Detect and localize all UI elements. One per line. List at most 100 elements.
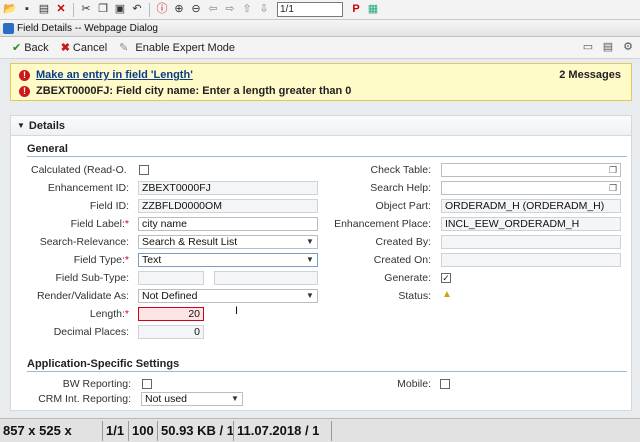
field-label-text: Field Label:: [70, 218, 125, 230]
message-link-length[interactable]: Make an entry in field 'Length': [36, 69, 193, 81]
toolbar-separator: [149, 2, 150, 17]
required-mark: *: [124, 308, 129, 320]
search-relevance-select[interactable]: Search & Result List ▼: [138, 235, 318, 249]
field-type-select[interactable]: Text ▼: [138, 253, 318, 267]
object-part-label: Object Part:: [375, 200, 431, 212]
generate-checkbox[interactable]: ✓: [441, 273, 451, 283]
search-relevance-label: Search-Relevance:: [39, 236, 129, 248]
decimal-places-label: Decimal Places:: [53, 326, 129, 338]
dialog-toolbar: ✔ Back ✖ Cancel ✎ Enable Expert Mode ▭ ▤…: [0, 37, 640, 59]
field-subtype-description: [214, 271, 318, 285]
zoom-in-icon[interactable]: ⊕: [171, 2, 187, 18]
image-icon[interactable]: ▦: [365, 2, 381, 18]
message-area: ! Make an entry in field 'Length' ! ZBEX…: [10, 63, 632, 101]
status-zoom: 100 %: [129, 420, 158, 441]
length-text: Length:: [89, 308, 125, 320]
value-help-icon[interactable]: ❐: [607, 164, 619, 176]
cut-icon[interactable]: ✂: [78, 2, 94, 18]
dropdown-arrow-icon[interactable]: ▼: [229, 393, 241, 405]
details-header[interactable]: ▼ Details: [11, 116, 631, 136]
personalize-icon[interactable]: ▭: [582, 41, 594, 54]
mobile-label: Mobile:: [397, 378, 431, 390]
length-input[interactable]: 20: [138, 307, 204, 321]
bw-reporting-checkbox[interactable]: [142, 379, 152, 389]
field-id-field: ZZBFLD0000OM: [138, 199, 318, 213]
viewer-toolbar: 📂 ▪ ▤ ✕ ✂ ❐ ▣ ↶ ⓘ ⊕ ⊖ ⇦ ⇨ ⇧ ⇩ 1/1 P ▦: [0, 0, 640, 20]
search-help-input[interactable]: ❐: [441, 181, 621, 195]
status-date: 11.07.2018 / 1: [234, 420, 332, 441]
dialog-toolbar-right: ▭ ▤ ⚙: [582, 41, 634, 54]
error-icon: !: [19, 69, 30, 81]
generate-label: Generate:: [384, 272, 431, 284]
length-label: Length:*: [11, 308, 129, 320]
decimal-places-field: 0: [138, 325, 204, 339]
save-icon[interactable]: ▪: [19, 2, 35, 18]
message-row: ! Make an entry in field 'Length': [19, 69, 193, 81]
crm-reporting-value: Not used: [145, 393, 188, 405]
cancel-label: Cancel: [72, 41, 108, 54]
up-icon[interactable]: ⇧: [239, 2, 255, 18]
enable-expert-mode-button[interactable]: ✎ Enable Expert Mode: [119, 41, 236, 55]
page-number-input[interactable]: 1/1: [277, 2, 343, 17]
status-page: 1/1: [103, 420, 129, 441]
enhancement-id-label: Enhancement ID:: [47, 182, 129, 194]
help-icon[interactable]: ⚙: [622, 41, 634, 54]
calculated-label: Calculated (Read-O.: [31, 164, 127, 176]
bw-reporting-label: BW Reporting:: [62, 378, 131, 390]
field-label-input[interactable]: city name: [138, 217, 318, 231]
back-label: Back: [24, 41, 49, 54]
paste-icon[interactable]: ▣: [112, 2, 128, 18]
message-row: ! ZBEXT0000FJ: Field city name: Enter a …: [19, 85, 351, 97]
window-titlebar: Field Details -- Webpage Dialog: [0, 20, 640, 37]
check-table-label: Check Table:: [370, 164, 431, 176]
mobile-checkbox[interactable]: [440, 379, 450, 389]
details-title: Details: [28, 119, 65, 132]
created-by-label: Created By:: [375, 236, 431, 248]
field-subtype-label: Field Sub-Type:: [55, 272, 129, 284]
value-help-icon[interactable]: ❐: [607, 182, 619, 194]
back-icon[interactable]: ⇦: [205, 2, 221, 18]
zoom-out-icon[interactable]: ⊖: [188, 2, 204, 18]
text-cursor-icon: I: [235, 305, 239, 317]
viewer-statusbar: 857 x 525 x 1/1 100 % 50.93 KB / 1 11.07…: [0, 418, 640, 442]
info-icon[interactable]: ⓘ: [154, 2, 170, 18]
undo-icon[interactable]: ↶: [129, 2, 145, 18]
copy-icon[interactable]: ❐: [95, 2, 111, 18]
search-help-label: Search Help:: [370, 182, 431, 194]
toolbar-separator: [73, 2, 74, 17]
print-icon[interactable]: ▤: [36, 2, 52, 18]
created-on-field: [441, 253, 621, 267]
check-table-input[interactable]: ❐: [441, 163, 621, 177]
group-divider: [27, 371, 627, 372]
field-type-text: Field Type:: [73, 254, 125, 266]
expert-mode-label: Enable Expert Mode: [135, 41, 236, 54]
field-id-label: Field ID:: [89, 200, 129, 212]
edit-document-icon: ✎: [119, 42, 129, 54]
render-validate-label: Render/Validate As:: [36, 290, 129, 302]
close-icon[interactable]: ✕: [53, 2, 69, 18]
browser-icon: [3, 22, 14, 34]
render-validate-select[interactable]: Not Defined ▼: [138, 289, 318, 303]
field-subtype-field: [138, 271, 204, 285]
crm-reporting-select[interactable]: Not used ▼: [141, 392, 243, 406]
p-icon[interactable]: P: [348, 2, 364, 18]
collapse-triangle-icon: ▼: [17, 121, 25, 130]
required-mark: *: [124, 254, 129, 266]
status-label: Status:: [398, 290, 431, 302]
enhancement-place-label: Enhancement Place:: [334, 218, 431, 230]
cancel-button[interactable]: ✖ Cancel: [61, 41, 108, 55]
open-icon[interactable]: 📂: [2, 2, 18, 18]
window-title: Field Details -- Webpage Dialog: [17, 22, 158, 34]
enhancement-id-field: ZBEXT0000FJ: [138, 181, 318, 195]
status-dimensions: 857 x 525 x: [0, 420, 103, 441]
forward-icon[interactable]: ⇨: [222, 2, 238, 18]
group-divider: [27, 156, 627, 157]
down-icon[interactable]: ⇩: [256, 2, 272, 18]
render-validate-value: Not Defined: [142, 290, 198, 302]
warning-triangle-icon: ▲: [442, 289, 452, 300]
status-filesize: 50.93 KB / 1: [158, 420, 234, 441]
calculated-checkbox[interactable]: [139, 165, 149, 175]
back-button[interactable]: ✔ Back: [12, 41, 49, 55]
print-page-icon[interactable]: ▤: [602, 41, 614, 54]
object-part-field: ORDERADM_H (ORDERADM_H): [441, 199, 621, 213]
